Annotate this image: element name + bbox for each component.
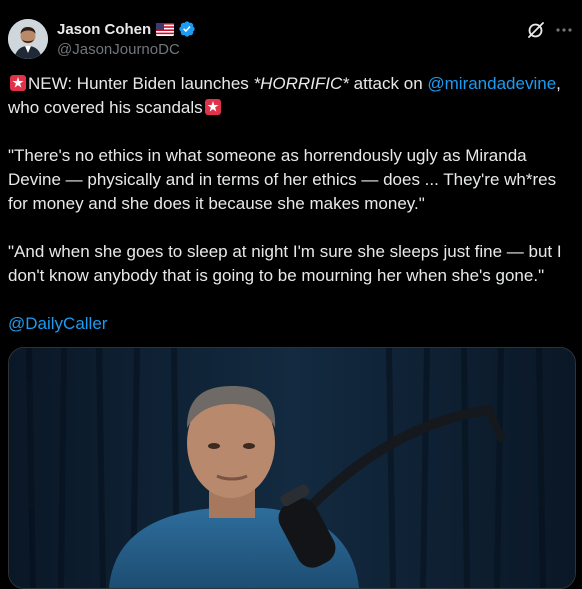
tweet-text: NEW: Hunter Biden launches *HORRIFIC* at… [8,72,574,360]
avatar[interactable] [8,19,48,59]
grok-icon[interactable] [526,20,546,40]
tweet-header: Jason Cohen @JasonJournoDC [8,17,574,59]
tweet-media[interactable] [8,347,576,589]
tweet-paragraph-quote-1: "There's no ethics in what someone as ho… [8,146,557,213]
tweet-paragraph-quote-2: "And when she goes to sleep at night I'm… [8,242,562,285]
headline-middle: attack on [348,74,428,93]
author-display-name[interactable]: Jason Cohen [57,21,151,38]
more-horizontal-icon[interactable] [554,20,574,40]
tweet-paragraph-source: @DailyCaller [8,312,574,336]
us-flag-icon [156,22,175,36]
tweet-paragraph-headline: NEW: Hunter Biden launches *HORRIFIC* at… [8,72,574,120]
siren-icon [203,97,223,117]
podcast-microphone-photo [9,348,575,588]
avatar-photo-icon [8,19,48,59]
headline-prefix: NEW: Hunter Biden launches [28,74,254,93]
mention-link[interactable]: @mirandadevine [427,74,556,93]
source-mention-link[interactable]: @DailyCaller [8,314,107,333]
headline-emphasis: *HORRIFIC* [253,74,349,93]
verified-badge-icon[interactable] [178,20,196,38]
author-handle[interactable]: @JasonJournoDC [57,41,196,58]
siren-icon [8,73,28,93]
